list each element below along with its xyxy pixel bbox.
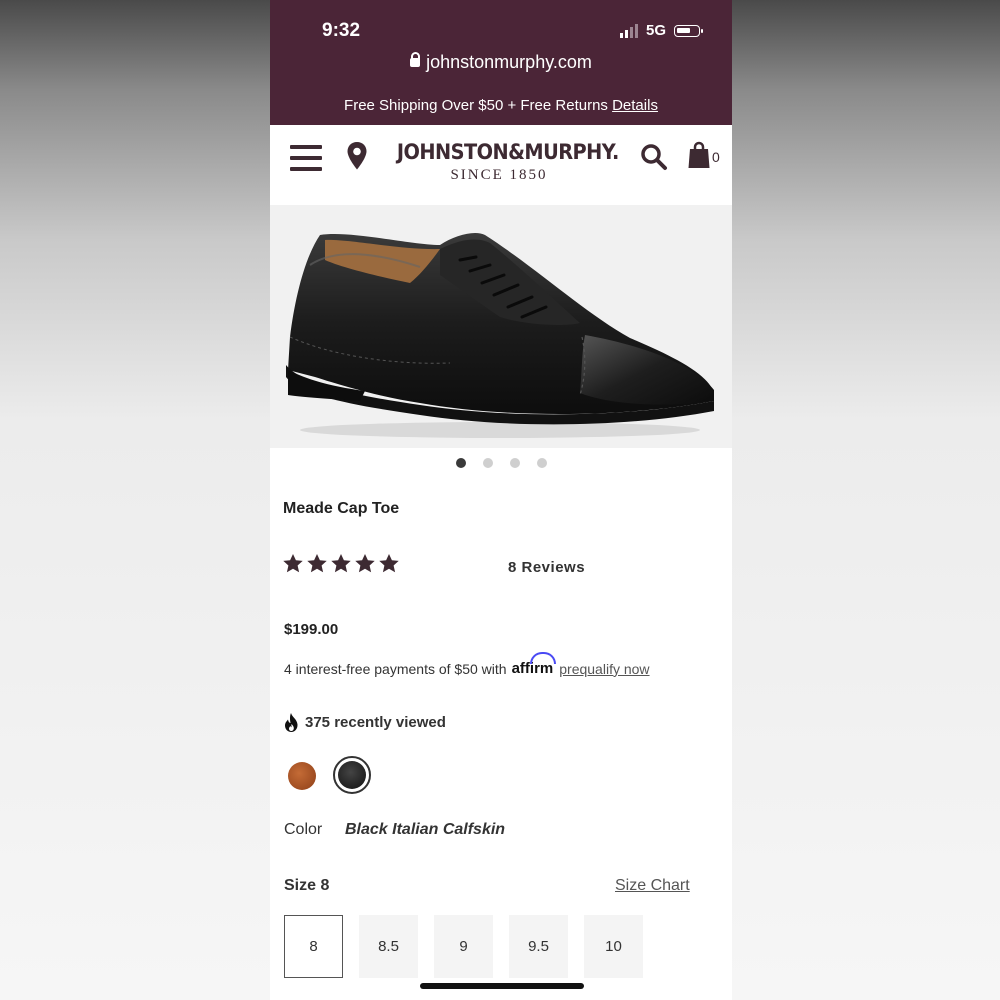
status-icons: 5G xyxy=(619,22,703,39)
size-option[interactable]: 10 xyxy=(584,915,643,978)
color-value: Black Italian Calfskin xyxy=(345,821,506,838)
size-label: Size 8 xyxy=(284,877,330,894)
color-swatch-brown[interactable] xyxy=(288,762,316,790)
recently-viewed: 375 recently viewed xyxy=(284,713,446,732)
status-time: 9:32 xyxy=(322,20,361,41)
gallery-dot[interactable] xyxy=(536,458,547,468)
photo-backdrop-left xyxy=(0,0,270,1000)
size-option[interactable]: 9 xyxy=(434,915,493,978)
recently-viewed-text: 375 recently viewed xyxy=(305,714,446,731)
star-icon xyxy=(331,554,351,573)
affirm-logo: affirm xyxy=(511,652,556,677)
flame-icon xyxy=(285,713,298,732)
menu-icon[interactable] xyxy=(290,145,322,171)
promo-banner: Free Shipping Over $50 + Free Returns De… xyxy=(270,97,732,114)
location-pin-icon[interactable] xyxy=(346,141,368,171)
product-title: Meade Cap Toe xyxy=(283,500,400,517)
cart-count: 0 xyxy=(712,149,720,165)
brand-since: SINCE 1850 xyxy=(450,167,548,183)
color-label: Color xyxy=(284,821,323,838)
color-swatch-black[interactable] xyxy=(338,761,366,789)
photo-backdrop-right xyxy=(732,0,1000,1000)
reviews-link[interactable]: 8 Reviews xyxy=(508,559,585,576)
star-icon xyxy=(283,554,303,573)
address-bar[interactable]: johnstonmurphy.com xyxy=(270,52,732,73)
size-option[interactable]: 9.5 xyxy=(509,915,568,978)
gallery-dot[interactable] xyxy=(482,458,493,468)
signal-icon xyxy=(619,23,638,38)
star-icon xyxy=(355,554,375,573)
url-text: johnstonmurphy.com xyxy=(426,52,592,72)
brand-logo[interactable]: JOHNSTON&MURPHY. SINCE 1850 xyxy=(388,140,619,184)
search-icon[interactable] xyxy=(640,143,668,171)
browser-topbar: 9:32 5G johnstonmurphy.com Free Shipping… xyxy=(270,0,732,125)
phone-screen: 9:32 5G johnstonmurphy.com Free Shipping… xyxy=(270,0,732,1000)
promo-text: Free Shipping Over $50 + Free Returns xyxy=(344,97,608,114)
battery-icon xyxy=(674,24,703,37)
product-image[interactable] xyxy=(270,205,732,448)
payments-text: 4 interest-free payments of $50 with xyxy=(284,660,507,677)
gallery-dot[interactable] xyxy=(455,458,466,468)
brand-name: JOHNSTON&MURPHY. xyxy=(396,140,619,164)
network-label: 5G xyxy=(645,22,666,39)
gallery-dot[interactable] xyxy=(509,458,520,468)
prequalify-link[interactable]: prequalify now xyxy=(559,661,649,677)
size-option[interactable]: 8.5 xyxy=(359,915,418,978)
size-option[interactable]: 8 xyxy=(284,915,343,978)
promo-details-link[interactable]: Details xyxy=(612,97,658,114)
rating-stars[interactable] xyxy=(283,554,399,573)
gallery-dots xyxy=(270,458,732,468)
site-header: JOHNSTON&MURPHY. SINCE 1850 0 xyxy=(270,125,732,205)
star-icon xyxy=(307,554,327,573)
size-chart-link[interactable]: Size Chart xyxy=(615,877,690,895)
lock-icon xyxy=(410,52,421,67)
affirm-payments: 4 interest-free payments of $50 with aff… xyxy=(284,652,650,677)
size-options: 8 8.5 9 9.5 10 xyxy=(284,915,643,978)
product-price: $199.00 xyxy=(284,621,339,638)
home-indicator[interactable] xyxy=(420,983,584,989)
shopping-bag-icon[interactable] xyxy=(688,141,710,169)
shoe-image xyxy=(286,233,714,438)
star-icon xyxy=(379,554,399,573)
